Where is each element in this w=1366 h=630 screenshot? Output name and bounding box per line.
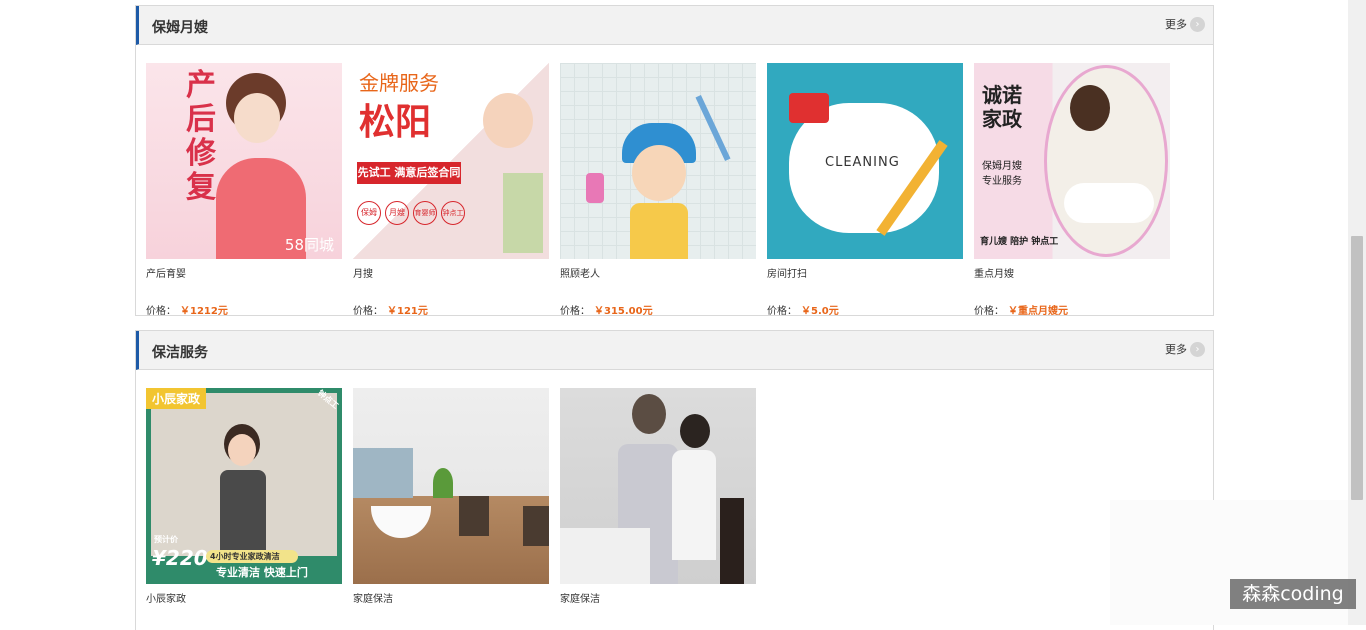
product-price: 价格： ￥重点月嫂元 bbox=[974, 302, 1068, 317]
image-band: 先试工 满意后签合同 bbox=[357, 162, 461, 184]
price-label: 价格： bbox=[560, 306, 590, 317]
price-value: ￥1212元 bbox=[180, 306, 228, 317]
price-value: ￥重点月嫂元 bbox=[1008, 306, 1068, 317]
image-tag: 月嫂 bbox=[385, 201, 409, 225]
image-tag: 育婴师 bbox=[413, 201, 437, 225]
image-brand: 小辰家政 bbox=[146, 388, 207, 409]
price-value: ￥315.00元 bbox=[594, 306, 653, 317]
section-nanny: 保姆月嫂 更多 › 产后修复 58同城 产后育婴 价格： ￥1212元 金牌服务 … bbox=[135, 5, 1214, 317]
product-name[interactable]: 房间打扫 bbox=[767, 265, 963, 280]
product-card[interactable]: 照顾老人 价格： ￥315.00元 bbox=[560, 63, 756, 317]
more-label[interactable]: 更多 bbox=[1165, 16, 1187, 32]
price-label: 价格： bbox=[974, 306, 1004, 317]
image-price-label: 预计价 bbox=[154, 535, 178, 544]
image-tag: 钟点工 bbox=[441, 201, 465, 225]
product-name[interactable]: 重点月嫂 bbox=[974, 265, 1170, 280]
product-image[interactable]: 产后修复 58同城 bbox=[146, 63, 342, 259]
product-card[interactable]: 家庭保洁 bbox=[353, 388, 549, 618]
image-footer: 育儿嫂 陪护 钟点工 bbox=[980, 237, 1059, 247]
product-image[interactable]: 小辰家政 钟点工 预计价 ¥220 4小时专业家政清洁 专业清洁 快速上门 bbox=[146, 388, 342, 584]
section-header: 保洁服务 更多 › bbox=[136, 331, 1213, 370]
price-label: 价格： bbox=[146, 306, 176, 317]
image-line2: 专业清洁 快速上门 bbox=[216, 566, 308, 579]
product-image[interactable] bbox=[560, 63, 756, 259]
image-caption: 诚诺家政 bbox=[982, 83, 1022, 131]
image-price: ¥220 bbox=[152, 546, 208, 570]
product-card[interactable]: 诚诺家政 保姆月嫂 专业服务 育儿嫂 陪护 钟点工 重点月嫂 价格： ￥重点月嫂元 bbox=[974, 63, 1170, 317]
section-title: 保洁服务 bbox=[152, 345, 208, 361]
product-card[interactable]: 金牌服务 松阳 先试工 满意后签合同 保姆 月嫂 育婴师 钟点工 月搜 价格： ￥… bbox=[353, 63, 549, 317]
scrollbar-thumb[interactable] bbox=[1351, 236, 1363, 500]
product-image[interactable] bbox=[353, 388, 549, 584]
image-tag: 保姆 bbox=[357, 201, 381, 225]
more-link[interactable]: 更多 › bbox=[1165, 16, 1205, 32]
product-card[interactable]: 产后修复 58同城 产后育婴 价格： ￥1212元 bbox=[146, 63, 342, 317]
section-header: 保姆月嫂 更多 › bbox=[136, 6, 1213, 45]
price-value: ￥5.0元 bbox=[801, 306, 839, 317]
image-caption: CLEANING bbox=[825, 155, 900, 170]
image-caption-top: 金牌服务 bbox=[359, 71, 439, 95]
product-name[interactable]: 家庭保洁 bbox=[560, 590, 756, 605]
price-value: ￥121元 bbox=[387, 306, 428, 317]
image-line1: 4小时专业家政清洁 bbox=[206, 550, 298, 563]
product-image[interactable] bbox=[560, 388, 756, 584]
section-title: 保姆月嫂 bbox=[152, 20, 208, 36]
product-card[interactable]: 家庭保洁 bbox=[560, 388, 756, 618]
product-name[interactable]: 家庭保洁 bbox=[353, 590, 549, 605]
product-price: 价格： ￥5.0元 bbox=[767, 302, 839, 317]
product-card[interactable]: 小辰家政 钟点工 预计价 ¥220 4小时专业家政清洁 专业清洁 快速上门 小辰… bbox=[146, 388, 342, 618]
price-label: 价格： bbox=[767, 306, 797, 317]
more-link[interactable]: 更多 › bbox=[1165, 341, 1205, 357]
product-price: 价格： ￥121元 bbox=[353, 302, 428, 317]
product-name[interactable]: 月搜 bbox=[353, 265, 549, 280]
product-image[interactable]: CLEANING bbox=[767, 63, 963, 259]
product-image[interactable]: 金牌服务 松阳 先试工 满意后签合同 保姆 月嫂 育婴师 钟点工 bbox=[353, 63, 549, 259]
section-cleaning: 保洁服务 更多 › 小辰家政 钟点工 预计价 ¥220 4小时专业家政清洁 专业… bbox=[135, 330, 1214, 630]
chevron-right-icon[interactable]: › bbox=[1190, 341, 1205, 357]
image-brand: 58同城 bbox=[284, 236, 334, 254]
product-name[interactable]: 小辰家政 bbox=[146, 590, 342, 605]
more-label[interactable]: 更多 bbox=[1165, 341, 1187, 357]
image-caption: 松阳 bbox=[359, 102, 432, 143]
image-caption: 产后修复 bbox=[186, 68, 216, 205]
price-label: 价格： bbox=[353, 306, 383, 317]
watermark: 森森coding bbox=[1230, 579, 1356, 609]
product-card[interactable]: CLEANING 房间打扫 价格： ￥5.0元 bbox=[767, 63, 963, 317]
chevron-right-icon[interactable]: › bbox=[1190, 16, 1205, 32]
product-name[interactable]: 照顾老人 bbox=[560, 265, 756, 280]
image-subcaption: 保姆月嫂 专业服务 bbox=[982, 161, 1022, 187]
product-image[interactable]: 诚诺家政 保姆月嫂 专业服务 育儿嫂 陪护 钟点工 bbox=[974, 63, 1170, 259]
product-price: 价格： ￥315.00元 bbox=[560, 302, 653, 317]
product-name[interactable]: 产后育婴 bbox=[146, 265, 342, 280]
product-price: 价格： ￥1212元 bbox=[146, 302, 228, 317]
